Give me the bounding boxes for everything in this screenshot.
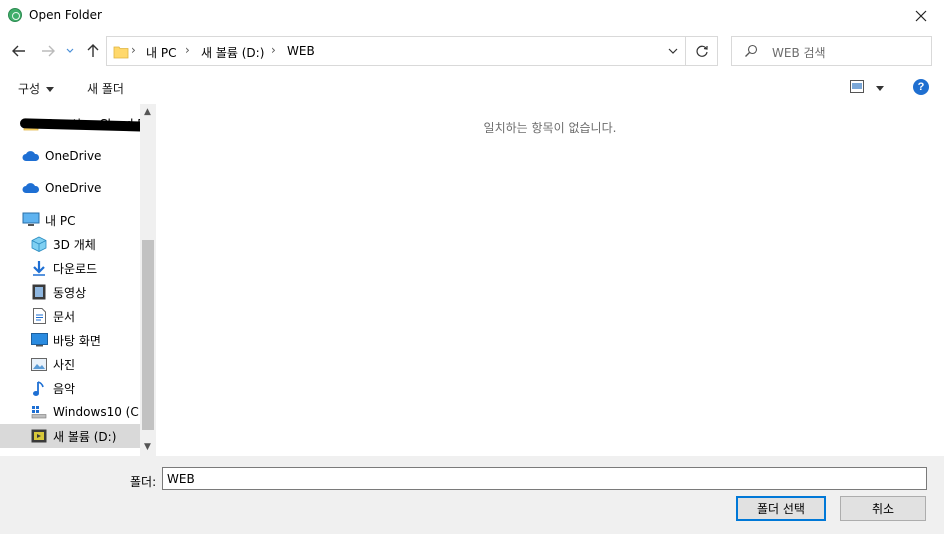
search-placeholder: WEB 검색 [772,46,826,60]
folder-icon [113,46,129,59]
scrollbar-thumb[interactable] [142,240,154,430]
recent-locations-button[interactable] [63,41,77,61]
cloud-icon [22,147,40,165]
address-bar[interactable]: › 내 PC › 새 볼륨 (D:) › WEB [106,36,686,66]
nav-item-windows-c[interactable]: Windows10 (C:) [0,400,147,424]
command-bar: 구성 새 폴더 [0,72,944,103]
nav-item-onedrive-1[interactable]: OneDrive [0,144,140,168]
navpane-scrollbar[interactable]: ▲ ▼ [140,104,156,456]
navigation-pane: Creative Cloud Fil OneDrive OneDrive 내 P… [0,104,155,456]
refresh-icon [696,45,708,57]
drive-icon [30,427,48,445]
nav-item-onedrive-2[interactable]: OneDrive [0,176,140,200]
view-options-icon[interactable] [850,80,864,93]
cube-3d-icon [30,235,48,253]
nav-item-music[interactable]: 음악 [0,376,140,400]
video-icon [30,283,48,301]
nav-item-videos[interactable]: 동영상 [0,280,140,304]
breadcrumb-volume-d[interactable]: 새 볼륨 (D:) [201,44,264,61]
organize-menu[interactable]: 구성 [18,80,55,97]
back-arrow-icon [12,45,25,57]
cancel-button[interactable]: 취소 [840,496,926,521]
address-dropdown-icon[interactable] [667,45,679,57]
breadcrumb-web[interactable]: WEB [287,44,315,58]
up-button[interactable] [83,41,103,61]
select-folder-button[interactable]: 폴더 선택 [736,496,826,521]
picture-icon [30,355,48,373]
empty-message: 일치하는 항목이 없습니다. [483,121,617,135]
refresh-button[interactable] [686,36,718,66]
title-bar: Open Folder [0,0,944,31]
window-title: Open Folder [29,8,102,22]
scroll-down-icon[interactable]: ▼ [144,442,151,452]
search-icon [745,44,758,57]
nav-item-documents[interactable]: 문서 [0,304,140,328]
back-button[interactable] [9,41,29,61]
drive-icon [30,403,48,421]
nav-item-volume-d[interactable]: 새 볼륨 (D:) [0,424,140,448]
help-button[interactable]: ? [913,79,929,95]
forward-arrow-icon [42,45,55,57]
nav-item-pictures[interactable]: 사진 [0,352,140,376]
nav-item-downloads[interactable]: 다운로드 [0,256,140,280]
document-icon [30,307,48,325]
scroll-up-icon[interactable]: ▲ [144,107,151,117]
folder-label: 폴더: [130,475,157,489]
folder-name-input[interactable] [162,467,927,490]
close-icon [915,10,927,21]
computer-icon [22,211,40,229]
forward-button[interactable] [38,41,58,61]
nav-item-3d-objects[interactable]: 3D 개체 [0,232,140,256]
app-logo-icon [8,8,22,22]
dialog-footer: 폴더: 폴더 선택 취소 [0,456,944,534]
cloud-icon [22,179,40,197]
music-icon [30,379,48,397]
close-button[interactable] [898,0,944,31]
new-folder-button[interactable]: 새 폴더 [87,80,124,97]
file-list-area[interactable]: 일치하는 항목이 없습니다. [156,104,944,456]
chevron-down-icon [46,87,55,92]
desktop-icon [30,331,48,349]
view-dropdown-icon[interactable] [876,86,884,91]
nav-item-desktop[interactable]: 바탕 화면 [0,328,140,352]
download-icon [30,259,48,277]
up-arrow-icon [87,44,99,57]
nav-item-this-pc[interactable]: 내 PC [0,208,140,232]
search-input[interactable]: WEB 검색 [731,36,932,66]
chevron-down-icon [66,48,74,53]
breadcrumb-this-pc[interactable]: 내 PC [146,44,176,61]
